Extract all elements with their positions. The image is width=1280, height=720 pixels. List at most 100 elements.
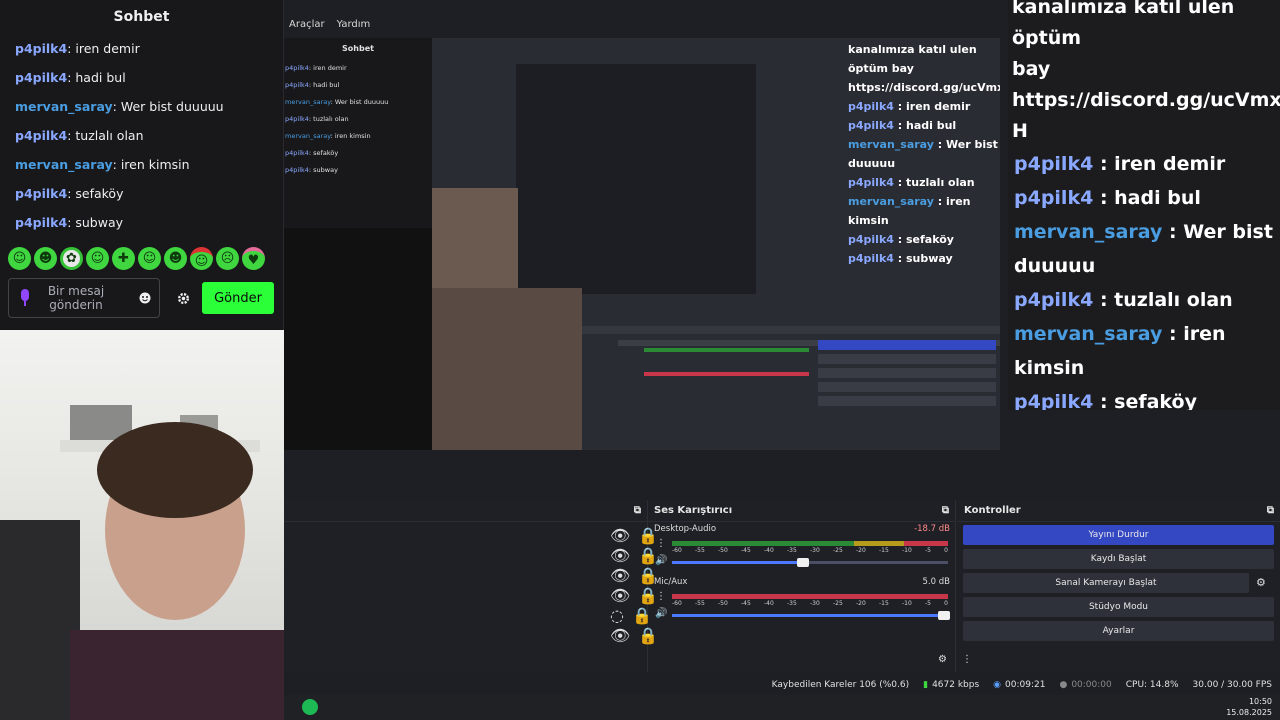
start-recording-button[interactable]: Kaydı Başlat <box>963 549 1274 569</box>
speaker-icon[interactable]: 🔊 <box>655 555 667 566</box>
chat-settings-gear-icon[interactable] <box>168 283 198 313</box>
dock-undock-icon[interactable]: ⧉ <box>1267 500 1274 521</box>
preview-overlay-message: p4pilk4 : hadi bul <box>844 116 1000 135</box>
scale-tick-label: -50 <box>718 600 728 607</box>
controls-title: Kontroller <box>964 505 1021 516</box>
volume-meter <box>672 594 948 599</box>
menu-araclar[interactable]: Araçlar <box>289 19 325 30</box>
emote-picker-icon[interactable] <box>137 290 153 306</box>
preview-chat-username: p4pilk4 <box>285 166 309 174</box>
source-row[interactable]: ◌ 🔒 <box>610 606 652 625</box>
screen: Sohbet p4pilk4: iren demir p4pilk4: hadi … <box>0 0 1280 720</box>
chat-username[interactable]: p4pilk4 <box>15 215 67 230</box>
chat-message-list: p4pilk4: iren demir p4pilk4: hadi bul merv… <box>0 34 283 237</box>
chat-username[interactable]: p4pilk4 <box>15 70 67 85</box>
preview-overlay-message: mervan_saray : Wer bist duuuuu <box>844 135 1000 173</box>
chat-colon: : <box>112 157 121 172</box>
preview-overlay-message-text: : iren demir <box>897 100 971 113</box>
track-db: -18.7 dB <box>914 524 950 534</box>
bitrate-value: 4672 kbps <box>932 680 980 690</box>
scale-tick-label: -10 <box>902 600 912 607</box>
volume-fader[interactable] <box>672 558 948 567</box>
preview-chat-title: Sohbet <box>342 44 374 53</box>
emote-icon[interactable]: ✚ <box>112 247 135 270</box>
emote-icon[interactable]: ☹ <box>216 247 239 270</box>
hidden-eye-icon[interactable]: ◌ <box>610 606 624 625</box>
chat-username[interactable]: p4pilk4 <box>15 186 67 201</box>
overlay-message-text: : sefaköy <box>1099 391 1197 410</box>
chat-username[interactable]: mervan_saray <box>15 157 113 172</box>
send-button[interactable]: Gönder <box>202 282 274 314</box>
volume-fader-knob[interactable] <box>797 558 810 567</box>
emote-icon[interactable]: ☺ <box>86 247 109 270</box>
scale-tick-label: -45 <box>741 600 751 607</box>
microphone-icon[interactable] <box>15 288 35 308</box>
visibility-eye-icon[interactable]: 👁 <box>610 526 630 545</box>
chat-username[interactable]: p4pilk4 <box>15 128 67 143</box>
chat-message: p4pilk4: tuzlalı olan <box>15 121 283 150</box>
overlay-intro-line: H <box>1012 120 1028 142</box>
emote-icon[interactable]: ☻ <box>34 247 57 270</box>
obs-preview[interactable]: Sohbet p4pilk4: iren demir p4pilk4: hadi … <box>284 38 1000 450</box>
track-menu-icon[interactable]: ⋮ <box>656 591 666 602</box>
visibility-eye-icon[interactable]: 👁 <box>610 546 630 565</box>
preview-chat-username: p4pilk4 <box>285 115 309 123</box>
chat-username[interactable]: mervan_saray <box>15 99 113 114</box>
emote-icon[interactable]: ☺ <box>138 247 161 270</box>
advanced-audio-gear-icon[interactable]: ⚙ <box>938 654 947 665</box>
emote-icon[interactable]: ☺ <box>8 247 31 270</box>
record-time: ● 00:00:00 <box>1059 680 1111 690</box>
overlay-message: mervan_saray : Wer bist duuuuu <box>1008 215 1280 283</box>
scale-tick-label: -5 <box>925 547 931 554</box>
virtual-camera-settings-gear-icon[interactable]: ⚙ <box>1256 576 1266 589</box>
speaker-icon[interactable]: 🔊 <box>655 608 667 619</box>
meter-scale: -60 -55 -50 -45 -40 -35 -30 -25 -20 -15 -10 -5 0 <box>672 600 948 607</box>
stream-time-value: 00:09:21 <box>1005 680 1046 690</box>
chat-message-input[interactable]: Bir mesaj gönderin <box>8 278 160 318</box>
visibility-eye-icon[interactable]: 👁 <box>610 626 630 645</box>
bitrate: ▮ 4672 kbps <box>923 680 979 690</box>
preview-chat-message: p4pilk4: sefaköy <box>284 145 432 162</box>
start-virtual-camera-button[interactable]: Sanal Kamerayı Başlat <box>963 573 1249 593</box>
preview-overlay-message-user: p4pilk4 <box>848 176 894 189</box>
chat-message-text: iren demir <box>75 41 140 56</box>
scale-tick-label: -10 <box>902 547 912 554</box>
preview-chat-message: p4pilk4: hadi bul <box>284 77 432 94</box>
visibility-eye-icon[interactable]: 👁 <box>610 566 630 585</box>
scale-tick-label: -25 <box>833 600 843 607</box>
track-menu-icon[interactable]: ⋮ <box>656 538 666 549</box>
webcam-feed <box>0 330 284 720</box>
spotify-icon[interactable] <box>302 699 318 715</box>
visibility-eye-icon[interactable]: 👁 <box>610 586 630 605</box>
dock-undock-icon[interactable]: ⧉ <box>942 500 949 521</box>
overlay-message-text: : hadi bul <box>1099 187 1201 209</box>
volume-fader[interactable] <box>672 611 950 620</box>
dock-undock-icon[interactable]: ⧉ <box>634 500 641 521</box>
audio-mixer-dock: Ses Karıştırıcı ⧉ Desktop-Audio -18.7 dB ⋮… <box>648 500 972 672</box>
menu-yardim[interactable]: Yardım <box>337 19 371 30</box>
preview-overlay-message: p4pilk4 : iren demir <box>844 97 1000 116</box>
stop-stream-button[interactable]: Yayını Durdur <box>963 525 1274 545</box>
volume-fader-knob[interactable] <box>938 611 950 620</box>
emote-icon[interactable]: ☺ <box>190 247 213 270</box>
settings-button[interactable]: Ayarlar <box>963 621 1274 641</box>
preview-overlay-message-text: : subway <box>897 252 953 265</box>
chat-message: mervan_saray: iren kimsin <box>15 150 283 179</box>
studio-mode-button[interactable]: Stüdyo Modu <box>963 597 1274 617</box>
chat-username[interactable]: p4pilk4 <box>15 41 67 56</box>
preview-overlay-message-user: p4pilk4 <box>848 100 894 113</box>
emote-row: ☺ ☻ ✿ ☺ ✚ ☺ ☻ ☺ ☹ ♥ <box>8 247 265 270</box>
chat-message-text: hadi bul <box>75 70 126 85</box>
emote-icon[interactable]: ☻ <box>164 247 187 270</box>
overlay-intro-line: kanalımıza katıl ulen öptüm <box>1012 0 1235 49</box>
sources-dock: ⧉ 👁 🔒 👁 🔒 👁 🔒 👁 🔒 ◌ 🔒 👁 🔒 <box>284 500 658 672</box>
emote-icon[interactable]: ♥ <box>242 247 265 270</box>
overlay-intro-line: bay <box>1012 58 1051 80</box>
controls-header: Kontroller ⧉ <box>958 500 1280 522</box>
emote-icon[interactable]: ✿ <box>60 247 83 270</box>
chat-message: p4pilk4: hadi bul <box>15 63 283 92</box>
overlay-message-user: mervan_saray <box>1014 323 1163 345</box>
preview-chat-list: p4pilk4: iren demir p4pilk4: hadi bul merv… <box>284 60 432 179</box>
stream-icon: ◉ <box>993 680 1002 690</box>
chat-colon: : <box>112 99 121 114</box>
